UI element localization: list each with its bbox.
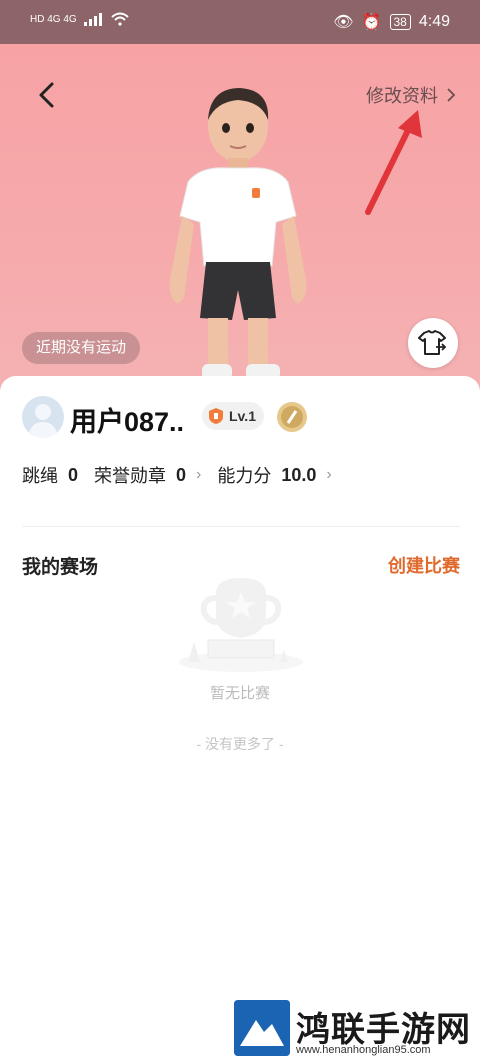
profile-card: 用户087.. Lv.1 跳绳 0 荣誉勋章 0 › 能力分 10.0 › 我的… xyxy=(0,376,480,1061)
change-outfit-button[interactable] xyxy=(408,318,458,368)
signal-group: HD 4G 4G xyxy=(30,12,129,26)
watermark-logo-icon xyxy=(234,1000,290,1056)
stat-honor-badges[interactable]: 荣誉勋章 0 › xyxy=(94,462,201,488)
tshirt-swap-icon xyxy=(418,330,447,355)
status-right: 👁 ⏰ 38 4:49 xyxy=(333,12,450,32)
no-more-text: - 没有更多了 - xyxy=(196,736,284,752)
shield-level-icon xyxy=(209,408,223,424)
watermark-url: www.henanhonglian95.com xyxy=(296,1044,431,1056)
eye-icon: 👁 xyxy=(333,14,354,31)
stat-label: 跳绳 xyxy=(22,466,58,486)
medal-icon[interactable] xyxy=(276,401,308,433)
stat-ability-score[interactable]: 能力分 10.0 › xyxy=(217,462,331,488)
empty-state-text: 暂无比赛 xyxy=(209,685,270,702)
default-avatar-icon xyxy=(28,404,58,438)
signal-icon xyxy=(83,13,102,26)
battery-indicator: 38 xyxy=(389,14,411,30)
clock: 4:49 xyxy=(418,13,450,30)
level-label: Lv.1 xyxy=(229,408,256,424)
user-avatar[interactable] xyxy=(22,396,64,438)
annotation-arrow xyxy=(365,110,422,215)
stat-value: 10.0 xyxy=(281,464,317,485)
chevron-right-icon: › xyxy=(196,466,202,483)
create-match-button[interactable]: 创建比赛 xyxy=(388,552,460,578)
level-badge[interactable]: Lv.1 xyxy=(202,402,264,430)
username: 用户087.. xyxy=(70,407,185,437)
status-left-text: HD 4G 4G xyxy=(30,13,77,25)
edit-profile-link[interactable]: 修改资料 xyxy=(366,82,456,108)
chevron-right-icon xyxy=(447,88,456,102)
alarm-icon: ⏰ xyxy=(361,14,382,31)
activity-status-pill: 近期没有运动 xyxy=(22,332,141,364)
edit-profile-label: 修改资料 xyxy=(366,86,438,106)
stat-value: 0 xyxy=(68,464,79,485)
status-bar: HD 4G 4G 👁 ⏰ 38 4:49 xyxy=(0,0,480,44)
stat-label: 能力分 xyxy=(217,466,272,486)
site-watermark: 鸿联手游网 www.henanhonglian95.com xyxy=(234,1000,480,1061)
stat-label: 荣誉勋章 xyxy=(94,466,167,486)
stats-row: 跳绳 0 荣誉勋章 0 › 能力分 10.0 › xyxy=(22,462,332,488)
stat-jump-rope[interactable]: 跳绳 0 xyxy=(22,462,78,488)
divider xyxy=(22,526,460,527)
back-arrow-icon[interactable] xyxy=(34,80,62,110)
arena-section-title: 我的赛场 xyxy=(22,557,99,578)
profile-hero: 修改资料 近期没有运动 xyxy=(0,44,480,390)
empty-trophy-icon xyxy=(179,578,303,672)
avatar-figure xyxy=(169,88,307,380)
wifi-icon xyxy=(111,12,129,26)
stat-value: 0 xyxy=(176,464,187,485)
chevron-right-icon: › xyxy=(326,466,332,483)
